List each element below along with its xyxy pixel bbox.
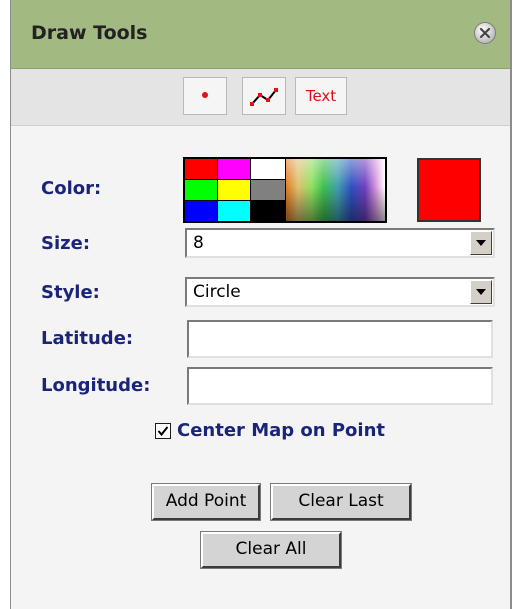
color-gradient[interactable] xyxy=(286,159,385,221)
line-tool-button[interactable] xyxy=(242,77,286,115)
add-point-button[interactable]: Add Point xyxy=(151,483,261,521)
chevron-down-icon[interactable] xyxy=(470,231,492,255)
swatch[interactable] xyxy=(218,180,250,200)
longitude-label: Longitude: xyxy=(41,375,151,396)
swatch[interactable] xyxy=(251,159,285,179)
center-map-label[interactable]: Center Map on Point xyxy=(177,420,385,441)
panel-title: Draw Tools xyxy=(31,22,148,44)
chevron-down-icon[interactable] xyxy=(470,280,492,304)
polyline-icon xyxy=(250,88,278,106)
latitude-label: Latitude: xyxy=(41,328,134,349)
draw-toolbar: Text xyxy=(11,69,510,126)
style-label: Style: xyxy=(41,282,100,303)
style-value: Circle xyxy=(193,282,241,302)
clear-last-button[interactable]: Clear Last xyxy=(270,483,412,521)
draw-tools-panel: Draw Tools Text Color: Size: 8 Style: Ci… xyxy=(10,0,512,609)
size-value: 8 xyxy=(193,233,204,253)
red-dot-icon xyxy=(202,92,208,98)
size-label: Size: xyxy=(41,233,91,254)
clear-all-button[interactable]: Clear All xyxy=(200,531,342,569)
swatch[interactable] xyxy=(185,201,217,221)
swatch[interactable] xyxy=(218,201,250,221)
point-tool-button[interactable] xyxy=(183,77,227,115)
text-tool-button[interactable]: Text xyxy=(295,77,347,115)
center-map-checkbox[interactable] xyxy=(155,423,171,439)
color-palette[interactable] xyxy=(183,157,387,223)
swatch[interactable] xyxy=(185,180,217,200)
longitude-input[interactable] xyxy=(187,367,493,405)
swatch[interactable] xyxy=(185,159,217,179)
swatch[interactable] xyxy=(251,180,285,200)
style-select[interactable]: Circle xyxy=(185,277,495,307)
panel-titlebar: Draw Tools xyxy=(11,0,510,69)
size-select[interactable]: 8 xyxy=(185,228,495,258)
color-label: Color: xyxy=(41,178,102,199)
selected-color-preview xyxy=(417,158,481,222)
swatch[interactable] xyxy=(218,159,250,179)
swatch[interactable] xyxy=(251,201,285,221)
latitude-input[interactable] xyxy=(187,320,493,358)
checkmark-icon xyxy=(157,426,169,437)
close-icon[interactable] xyxy=(474,22,496,44)
